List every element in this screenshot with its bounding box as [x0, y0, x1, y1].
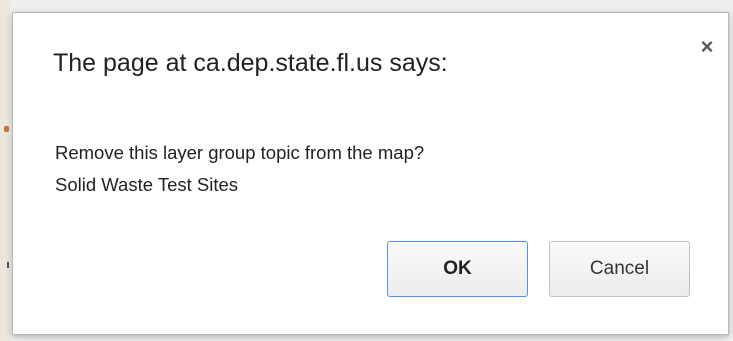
confirm-dialog: The page at ca.dep.state.fl.us says: × R… — [12, 12, 729, 335]
close-icon[interactable]: × — [693, 33, 721, 61]
cancel-button[interactable]: Cancel — [549, 241, 690, 297]
dialog-message: Remove this layer group topic from the m… — [55, 137, 424, 201]
map-feature-marker — [7, 262, 9, 268]
ok-button[interactable]: OK — [387, 241, 528, 297]
message-line: Remove this layer group topic from the m… — [55, 142, 425, 163]
map-background — [0, 0, 10, 341]
map-feature-marker — [4, 126, 9, 132]
dialog-title: The page at ca.dep.state.fl.us says: — [53, 49, 448, 77]
message-line: Solid Waste Test Sites — [55, 174, 239, 195]
